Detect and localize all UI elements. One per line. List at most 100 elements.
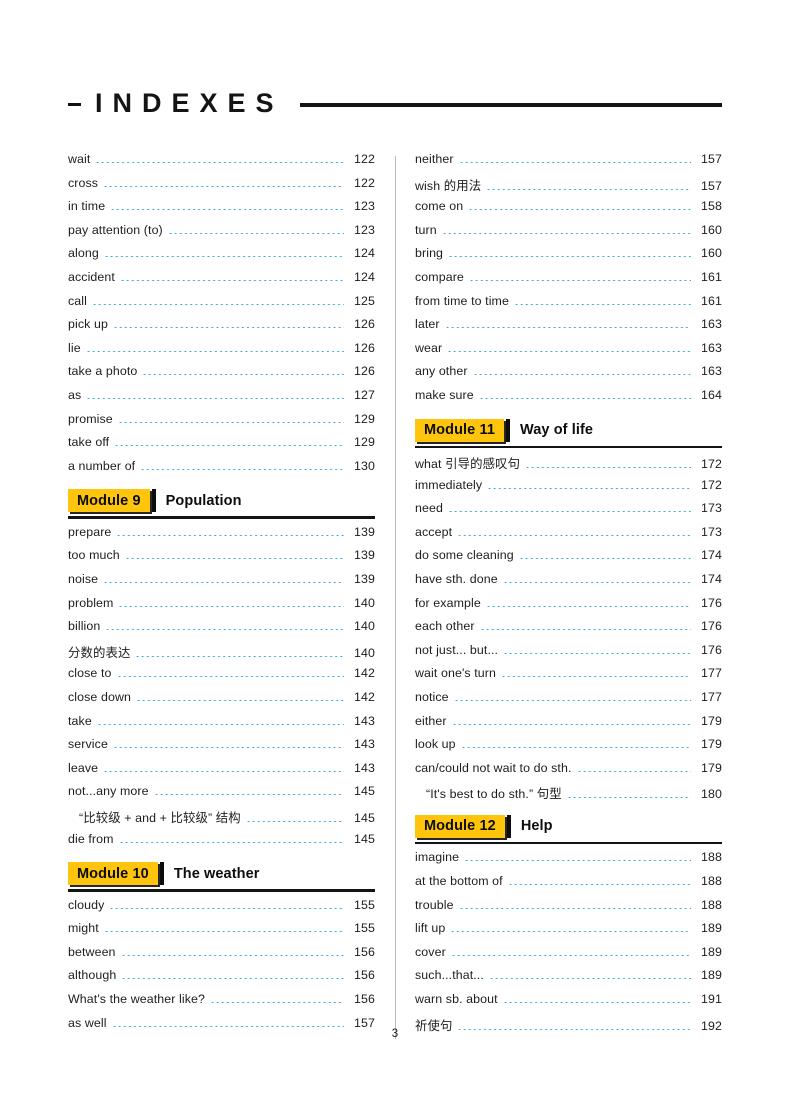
index-entry[interactable]: not...any more 145	[68, 784, 375, 808]
dot-leader	[117, 421, 344, 423]
index-entry-page: 179	[701, 760, 722, 775]
index-entry-page: 129	[354, 411, 375, 426]
index-entry[interactable]: leave 143	[68, 761, 375, 785]
dot-leader	[453, 699, 691, 701]
index-entry[interactable]: problem 140	[68, 596, 375, 620]
index-entry-term: service	[68, 737, 108, 752]
index-entry-page: 163	[701, 317, 722, 332]
index-entry[interactable]: lie 126	[68, 341, 375, 365]
index-entry-term: bring	[415, 246, 444, 261]
index-entry[interactable]: make sure 164	[415, 388, 722, 412]
index-entry[interactable]: can/could not wait to do sth. 179	[415, 761, 722, 785]
index-entry-page: 142	[354, 666, 375, 681]
index-entry[interactable]: for example 176	[415, 596, 722, 620]
index-entry[interactable]: service 143	[68, 737, 375, 761]
index-entry[interactable]: accept 173	[415, 525, 722, 549]
index-entry[interactable]: wait one's turn 177	[415, 666, 722, 690]
index-entry[interactable]: at the bottom of 188	[415, 874, 722, 898]
index-entry[interactable]: immediately 172	[415, 478, 722, 502]
index-entry[interactable]: have sth. done 174	[415, 572, 722, 596]
index-entry[interactable]: imagine 188	[415, 850, 722, 874]
index-entry-page: 160	[701, 222, 722, 237]
dot-leader	[457, 534, 691, 536]
index-entry[interactable]: what 引导的感叹句 172	[415, 454, 722, 478]
index-entry-page: 157	[701, 178, 722, 193]
index-entry[interactable]: lift up 189	[415, 921, 722, 945]
index-entry[interactable]: call 125	[68, 294, 375, 318]
index-entry-term: at the bottom of	[415, 874, 503, 889]
dot-leader	[441, 232, 691, 234]
index-entry[interactable]: noise 139	[68, 572, 375, 596]
index-entry-term: such...that...	[415, 968, 484, 983]
index-entry[interactable]: wish 的用法 157	[415, 176, 722, 200]
index-entry[interactable]: although 156	[68, 968, 375, 992]
index-entry[interactable]: accident 124	[68, 270, 375, 294]
index-entry[interactable]: look up 179	[415, 737, 722, 761]
index-entry[interactable]: cloudy 155	[68, 898, 375, 922]
index-entry[interactable]: either 179	[415, 714, 722, 738]
module-badge: Module 12	[415, 814, 505, 838]
index-entry[interactable]: trouble 188	[415, 898, 722, 922]
index-entry[interactable]: “It's best to do sth.” 句型 180	[415, 784, 722, 808]
index-entry[interactable]: later 163	[415, 317, 722, 341]
index-entry[interactable]: close to 142	[68, 666, 375, 690]
index-entry-term: take	[68, 713, 92, 728]
index-entry-page: 126	[354, 317, 375, 332]
index-entry[interactable]: die from 145	[68, 832, 375, 856]
index-entry-page: 123	[354, 222, 375, 237]
index-entry[interactable]: wait 122	[68, 152, 375, 176]
index-entry[interactable]: take 143	[68, 714, 375, 738]
index-entry[interactable]: do some cleaning 174	[415, 548, 722, 572]
dot-leader	[576, 770, 691, 772]
page-footer: 3	[0, 1028, 790, 1040]
index-entry[interactable]: billion 140	[68, 619, 375, 643]
index-entry[interactable]: not just... but... 176	[415, 643, 722, 667]
index-entry[interactable]: What's the weather like? 156	[68, 992, 375, 1016]
index-entry[interactable]: prepare 139	[68, 525, 375, 549]
module-heading-row: Module 9 Population	[68, 489, 375, 513]
index-entry[interactable]: along 124	[68, 246, 375, 270]
index-entry[interactable]: turn 160	[415, 223, 722, 247]
index-entry-page: 140	[354, 645, 375, 660]
index-entry[interactable]: take a photo 126	[68, 364, 375, 388]
index-entry[interactable]: in time 123	[68, 199, 375, 223]
index-entry[interactable]: need 173	[415, 501, 722, 525]
index-entry[interactable]: as 127	[68, 388, 375, 412]
dot-leader	[513, 303, 691, 305]
index-entry[interactable]: wear 163	[415, 341, 722, 365]
index-entry[interactable]: might 155	[68, 921, 375, 945]
index-entry[interactable]: too much 139	[68, 548, 375, 572]
index-entry[interactable]: compare 161	[415, 270, 722, 294]
index-entry[interactable]: warn sb. about 191	[415, 992, 722, 1016]
index-entry-term: although	[68, 968, 117, 983]
index-entry-page: 129	[354, 435, 375, 450]
index-entry[interactable]: come on 158	[415, 199, 722, 223]
index-entry[interactable]: bring 160	[415, 246, 722, 270]
index-entry[interactable]: such...that... 189	[415, 968, 722, 992]
index-entry[interactable]: between 156	[68, 945, 375, 969]
module-heading: Module 10 The weather	[68, 862, 375, 892]
index-entry[interactable]: “比较级 + and + 比较级” 结构 145	[68, 808, 375, 832]
index-entry[interactable]: cross 122	[68, 176, 375, 200]
index-entry[interactable]: cover 189	[415, 945, 722, 969]
index-entry-page: 157	[701, 152, 722, 166]
index-entry[interactable]: each other 176	[415, 619, 722, 643]
index-entry[interactable]: a number of 130	[68, 459, 375, 483]
index-entry[interactable]: 分数的表达 140	[68, 643, 375, 667]
index-entry[interactable]: pay attention (to) 123	[68, 223, 375, 247]
index-entry-page: 127	[354, 387, 375, 402]
index-entry[interactable]: from time to time 161	[415, 294, 722, 318]
index-entry[interactable]: promise 129	[68, 412, 375, 436]
index-entry-term: pay attention (to)	[68, 222, 163, 237]
index-entry-page: 161	[701, 269, 722, 284]
index-entry[interactable]: any other 163	[415, 364, 722, 388]
index-entry-term: imagine	[415, 850, 460, 865]
index-entry[interactable]: notice 177	[415, 690, 722, 714]
dot-leader	[103, 582, 344, 583]
index-entry[interactable]: take off 129	[68, 435, 375, 459]
index-entry[interactable]: neither 157	[415, 152, 722, 176]
index-entry-term: take a photo	[68, 364, 138, 379]
index-entry-page: 189	[701, 921, 722, 936]
index-entry[interactable]: close down 142	[68, 690, 375, 714]
index-entry[interactable]: pick up 126	[68, 317, 375, 341]
